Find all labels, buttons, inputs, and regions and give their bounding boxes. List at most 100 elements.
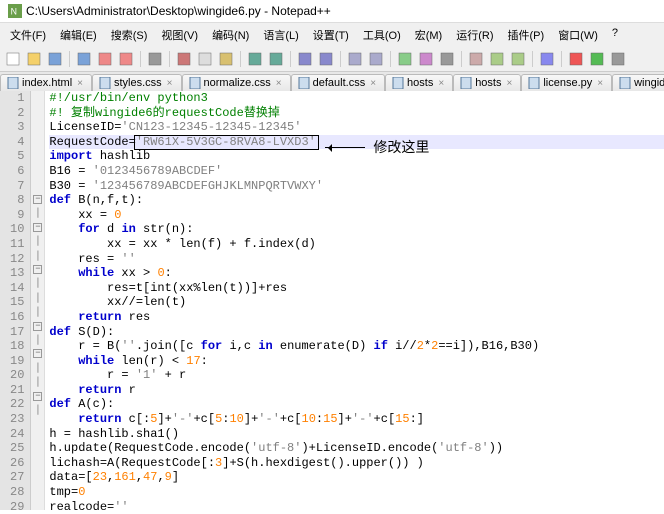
- line-number: 7: [10, 179, 24, 194]
- code-line[interactable]: B30 = '123456789ABCDEFGHJKLMNPQRTVWXY': [49, 179, 664, 194]
- print-icon: [148, 52, 162, 66]
- code-line[interactable]: while len(r) < 17:: [49, 354, 664, 369]
- close-icon[interactable]: ×: [436, 78, 446, 89]
- new-button[interactable]: [4, 50, 22, 68]
- code-line[interactable]: return r: [49, 383, 664, 398]
- code-line[interactable]: #!/usr/bin/env python3: [49, 91, 664, 106]
- file-tab[interactable]: styles.css×: [92, 74, 182, 91]
- code-line[interactable]: for d in str(n):: [49, 222, 664, 237]
- file-tab[interactable]: normalize.css×: [182, 74, 291, 91]
- undo-button[interactable]: [246, 50, 264, 68]
- line-number: 26: [10, 456, 24, 471]
- file-tab[interactable]: default.css×: [291, 74, 385, 91]
- code-line[interactable]: def B(n,f,t):: [49, 193, 664, 208]
- file-tab[interactable]: wingide6 crack.py×: [612, 74, 664, 91]
- menu-item[interactable]: 编码(N): [206, 25, 255, 45]
- paste-button[interactable]: [217, 50, 235, 68]
- file-tab[interactable]: hosts×: [453, 74, 521, 91]
- indent-button[interactable]: [467, 50, 485, 68]
- cut-button[interactable]: [175, 50, 193, 68]
- line-number: 12: [10, 252, 24, 267]
- showall-button[interactable]: [438, 50, 456, 68]
- code-line[interactable]: h.update(RequestCode.encode('utf-8')+Lic…: [49, 441, 664, 456]
- code-line[interactable]: #! 复制wingide6的requestCode替换掉: [49, 106, 664, 121]
- close-icon[interactable]: ×: [595, 78, 605, 89]
- redo-icon: [269, 52, 283, 66]
- close-icon[interactable]: ×: [165, 78, 175, 89]
- print-button[interactable]: [146, 50, 164, 68]
- code-line[interactable]: return res: [49, 310, 664, 325]
- close-icon[interactable]: ×: [504, 78, 514, 89]
- menu-item[interactable]: 编辑(E): [54, 25, 103, 45]
- menu-item[interactable]: 文件(F): [4, 25, 52, 45]
- find-button[interactable]: [296, 50, 314, 68]
- fold-guide: [31, 164, 44, 179]
- menu-item[interactable]: 工具(O): [357, 25, 407, 45]
- saveall-button[interactable]: [75, 50, 93, 68]
- replace-button[interactable]: [317, 50, 335, 68]
- line-number: 2: [10, 106, 24, 121]
- menu-item[interactable]: ?: [606, 25, 624, 45]
- close-button[interactable]: [96, 50, 114, 68]
- redo-button[interactable]: [267, 50, 285, 68]
- sync-button[interactable]: [396, 50, 414, 68]
- fold-toggle[interactable]: −: [33, 392, 42, 401]
- file-tab[interactable]: index.html×: [0, 74, 92, 91]
- code-line[interactable]: def A(c):: [49, 397, 664, 412]
- unfold-button[interactable]: [509, 50, 527, 68]
- fold-toggle[interactable]: −: [33, 223, 42, 232]
- close-icon[interactable]: ×: [368, 78, 378, 89]
- play-button[interactable]: [588, 50, 606, 68]
- record-button[interactable]: [567, 50, 585, 68]
- zoomout-button[interactable]: [367, 50, 385, 68]
- menu-item[interactable]: 插件(P): [502, 25, 551, 45]
- code-line[interactable]: xx = xx * len(f) + f.index(d): [49, 237, 664, 252]
- file-tab[interactable]: hosts×: [385, 74, 453, 91]
- copy-button[interactable]: [196, 50, 214, 68]
- code-line[interactable]: lichash=A(RequestCode[:3]+S(h.hexdigest(…: [49, 456, 664, 471]
- stop-button[interactable]: [609, 50, 627, 68]
- close-icon[interactable]: ×: [75, 78, 85, 89]
- code-line[interactable]: while xx > 0:: [49, 266, 664, 281]
- code-line[interactable]: return c[:5]+'-'+c[5:10]+'-'+c[10:15]+'-…: [49, 412, 664, 427]
- code-line[interactable]: realcode='': [49, 500, 664, 514]
- tab-label: hosts: [475, 77, 501, 89]
- open-button[interactable]: [25, 50, 43, 68]
- code-line[interactable]: r = '1' + r: [49, 368, 664, 383]
- code-line[interactable]: res = '': [49, 252, 664, 267]
- code-line[interactable]: LicenseID='CN123-12345-12345-12345': [49, 120, 664, 135]
- menu-item[interactable]: 宏(M): [409, 25, 449, 45]
- line-number: 18: [10, 339, 24, 354]
- fold-button[interactable]: [488, 50, 506, 68]
- zoomin-button[interactable]: [346, 50, 364, 68]
- menu-item[interactable]: 窗口(W): [552, 25, 604, 45]
- closeall-button[interactable]: [117, 50, 135, 68]
- code-line[interactable]: def S(D):: [49, 325, 664, 340]
- close-icon[interactable]: ×: [274, 78, 284, 89]
- code-area[interactable]: 修改这里 #!/usr/bin/env python3#! 复制wingide6…: [45, 91, 664, 510]
- menu-item[interactable]: 设置(T): [307, 25, 355, 45]
- code-line[interactable]: res=t[int(xx%len(t))]+res: [49, 281, 664, 296]
- menu-item[interactable]: 语言(L): [257, 25, 304, 45]
- save-button[interactable]: [46, 50, 64, 68]
- bookmark-button[interactable]: [538, 50, 556, 68]
- wrap-button[interactable]: [417, 50, 435, 68]
- fold-toggle[interactable]: −: [33, 265, 42, 274]
- code-line[interactable]: xx = 0: [49, 208, 664, 223]
- line-number: 6: [10, 164, 24, 179]
- file-icon: [528, 77, 540, 89]
- menu-item[interactable]: 搜索(S): [105, 25, 154, 45]
- fold-guide: [31, 417, 44, 432]
- code-line[interactable]: tmp=0: [49, 485, 664, 500]
- menu-item[interactable]: 视图(V): [155, 25, 204, 45]
- code-line[interactable]: r = B(''.join([c for i,c in enumerate(D)…: [49, 339, 664, 354]
- fold-toggle[interactable]: −: [33, 322, 42, 331]
- menu-item[interactable]: 运行(R): [450, 25, 499, 45]
- file-tab[interactable]: license.py×: [521, 74, 612, 91]
- fold-toggle[interactable]: −: [33, 195, 42, 204]
- code-line[interactable]: xx//=len(t): [49, 295, 664, 310]
- fold-toggle[interactable]: −: [33, 349, 42, 358]
- code-line[interactable]: h = hashlib.sha1(): [49, 427, 664, 442]
- code-line[interactable]: data=[23,161,47,9]: [49, 470, 664, 485]
- code-line[interactable]: B16 = '0123456789ABCDEF': [49, 164, 664, 179]
